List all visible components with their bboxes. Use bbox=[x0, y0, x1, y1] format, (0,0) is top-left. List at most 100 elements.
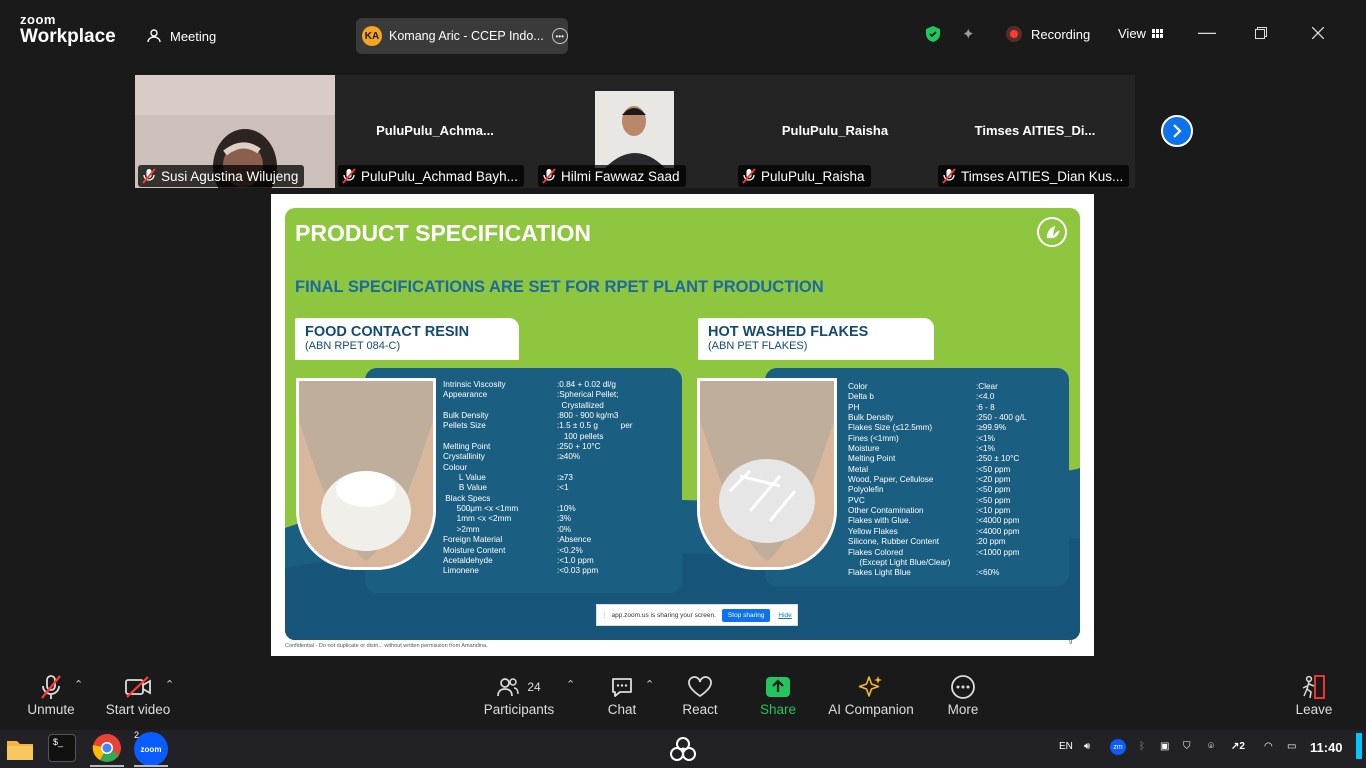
host-pill[interactable]: KA Komang Aric - CCEP Indo... ••• bbox=[356, 18, 568, 54]
spec-value: :<4000 ppm bbox=[976, 526, 1020, 536]
spec-row: 100 pellets bbox=[443, 432, 673, 442]
zoom-app-icon[interactable]: zoom bbox=[134, 732, 168, 766]
more-options-icon[interactable]: ••• bbox=[551, 28, 568, 44]
show-desktop-button[interactable] bbox=[1356, 733, 1362, 759]
participants-count: 24 bbox=[527, 680, 541, 694]
flakes-photo bbox=[697, 378, 837, 570]
drag-handle-icon[interactable]: ⋮ bbox=[601, 611, 608, 619]
recording-indicator[interactable]: Recording bbox=[1006, 26, 1090, 42]
chat-button[interactable]: Chat bbox=[604, 672, 640, 717]
participant-tile[interactable]: PuluPulu_Achma... PuluPulu_Achmad Bayh..… bbox=[335, 75, 535, 188]
unmute-button[interactable]: Unmute bbox=[20, 672, 82, 717]
clipboard-icon[interactable]: ▣ bbox=[1160, 741, 1169, 752]
leave-button[interactable]: Leave bbox=[1294, 672, 1334, 717]
screen-share-notice: ⋮ app.zoom.us is sharing your screen. St… bbox=[596, 604, 798, 626]
participants-options-chevron-icon[interactable]: ⌃ bbox=[566, 678, 575, 691]
spec-value: :10% bbox=[557, 504, 576, 514]
chrome-icon[interactable] bbox=[92, 733, 122, 763]
location-icon[interactable]: ⌾ bbox=[1208, 741, 1214, 752]
spec-row: Appearance:Spherical Pellet; bbox=[443, 390, 673, 400]
host-name: Komang Aric - CCEP Indo... bbox=[389, 29, 544, 43]
spec-label bbox=[443, 401, 557, 411]
audio-options-chevron-icon[interactable]: ⌃ bbox=[74, 678, 83, 691]
spec-row: Melting Point:250 + 10°C bbox=[443, 442, 673, 452]
notification-count[interactable]: ↗2 bbox=[1231, 741, 1245, 752]
zoom-tray-icon[interactable]: zm bbox=[1110, 739, 1126, 755]
folder-icon[interactable] bbox=[6, 736, 34, 762]
pellets-photo bbox=[296, 378, 436, 570]
slide-footer: Confidential - Do not duplicate or distr… bbox=[285, 643, 488, 649]
spec-label: Black Specs bbox=[443, 493, 491, 503]
spec-row: Metal:<50 ppm bbox=[848, 465, 1068, 475]
view-label: View bbox=[1118, 26, 1146, 41]
shield-tray-icon[interactable]: ⛉ bbox=[1183, 741, 1191, 752]
react-button[interactable]: React bbox=[680, 672, 720, 717]
spec-label: Other Contamination bbox=[848, 506, 924, 516]
close-icon[interactable] bbox=[1312, 27, 1324, 39]
spec-row: Color:Clear bbox=[848, 382, 1068, 392]
minimize-icon[interactable]: — bbox=[1198, 22, 1216, 43]
spec-value: :<4000 ppm bbox=[976, 516, 1020, 526]
terminal-icon[interactable]: $_ bbox=[48, 734, 76, 762]
spec-row: L Value :≥73 bbox=[443, 473, 673, 483]
participant-name-label: Susi Agustina Wilujeng bbox=[138, 165, 305, 187]
spec-row: Bulk Density:250 - 400 g/L bbox=[848, 413, 1068, 423]
more-button[interactable]: More bbox=[944, 672, 982, 717]
ai-companion-button[interactable]: AI Companion bbox=[826, 672, 916, 717]
spec-row: Flakes Colored:<1000 ppm bbox=[848, 548, 1068, 558]
view-button[interactable]: View bbox=[1118, 26, 1163, 41]
participants-button[interactable]: 24 Participants bbox=[482, 672, 556, 717]
video-options-chevron-icon[interactable]: ⌃ bbox=[165, 678, 174, 691]
next-page-button[interactable] bbox=[1161, 115, 1193, 147]
wifi-icon[interactable]: ◠ bbox=[1264, 741, 1273, 752]
spec-label: Bulk Density bbox=[443, 411, 489, 421]
ai-sparkle-icon[interactable]: ✦ bbox=[962, 25, 975, 43]
spec-value: :800 - 900 kg/m3 bbox=[557, 411, 619, 421]
right-code: (ABN PET FLAKES) bbox=[708, 340, 808, 352]
spec-label: L Value bbox=[443, 473, 486, 483]
left-heading: FOOD CONTACT RESIN bbox=[305, 324, 470, 340]
clock[interactable]: 11:40 bbox=[1310, 740, 1343, 755]
spec-row: Silicone, Rubber Content:20 ppm bbox=[848, 537, 1068, 547]
spec-row: B Value:<1 bbox=[443, 483, 673, 493]
spec-row: Delta b:<4.0 bbox=[848, 392, 1068, 402]
chat-icon bbox=[612, 678, 632, 697]
spec-row: (Except Light Blue/Clear) bbox=[848, 558, 1068, 568]
left-code: (ABN RPET 084-C) bbox=[305, 340, 401, 352]
meeting-toolbar: Unmute ⌃ Start video ⌃ 24 Participants ⌃… bbox=[0, 664, 1366, 728]
spec-value: :<0.2% bbox=[557, 545, 583, 555]
security-shield-icon[interactable] bbox=[926, 26, 940, 42]
spec-value: :≥73 bbox=[557, 473, 573, 483]
bluetooth-icon[interactable]: ᛒ bbox=[1139, 741, 1145, 752]
spec-label: Flakes Size (≤12.5mm) bbox=[848, 423, 933, 433]
participant-tile[interactable]: Timses AITIES_Di... Timses AITIES_Dian K… bbox=[935, 75, 1135, 188]
chat-options-chevron-icon[interactable]: ⌃ bbox=[645, 678, 654, 691]
spec-row: Bulk Density :800 - 900 kg/m3 bbox=[443, 411, 673, 421]
spec-row: Polyolefin:<50 ppm bbox=[848, 485, 1068, 495]
participant-tile[interactable]: PuluPulu_Raisha PuluPulu_Raisha bbox=[735, 75, 935, 188]
spec-value: :<1000 ppm bbox=[976, 547, 1020, 557]
participant-tile[interactable]: Hilmi Fawwaz Saad bbox=[535, 75, 735, 188]
zoom-logo: zoom Workplace bbox=[20, 12, 116, 47]
battery-icon[interactable]: ▭ bbox=[1287, 741, 1296, 752]
spec-row: 500μm <x <1mm:10% bbox=[443, 504, 673, 514]
mic-muted-icon bbox=[142, 168, 156, 184]
restore-icon[interactable] bbox=[1255, 27, 1267, 39]
chevron-right-icon bbox=[1173, 124, 1182, 138]
share-button[interactable]: Share bbox=[758, 672, 798, 717]
spec-value: :20 ppm bbox=[976, 537, 1006, 547]
spec-label: Flakes Light Blue bbox=[848, 568, 911, 578]
participant-display-name: PuluPulu_Achma... bbox=[376, 123, 494, 138]
stop-sharing-button[interactable]: Stop sharing bbox=[721, 608, 771, 622]
spec-value: :<4.0 bbox=[976, 392, 995, 402]
keyboard-language[interactable]: EN bbox=[1059, 741, 1073, 752]
volume-icon[interactable]: 🔊︎ bbox=[1084, 741, 1090, 752]
participant-tile[interactable]: Susi Agustina Wilujeng bbox=[135, 75, 335, 188]
biohazard-logo-icon[interactable] bbox=[667, 733, 699, 765]
spec-row: Acetaldehyde:<1.0 ppm bbox=[443, 556, 673, 566]
heart-icon bbox=[688, 676, 712, 698]
meeting-menu[interactable]: Meeting bbox=[146, 28, 216, 44]
hide-link[interactable]: Hide bbox=[778, 612, 791, 619]
title-bar: zoom Workplace Meeting KA Komang Aric - … bbox=[0, 0, 1366, 68]
spec-value: :<1 bbox=[557, 483, 569, 493]
